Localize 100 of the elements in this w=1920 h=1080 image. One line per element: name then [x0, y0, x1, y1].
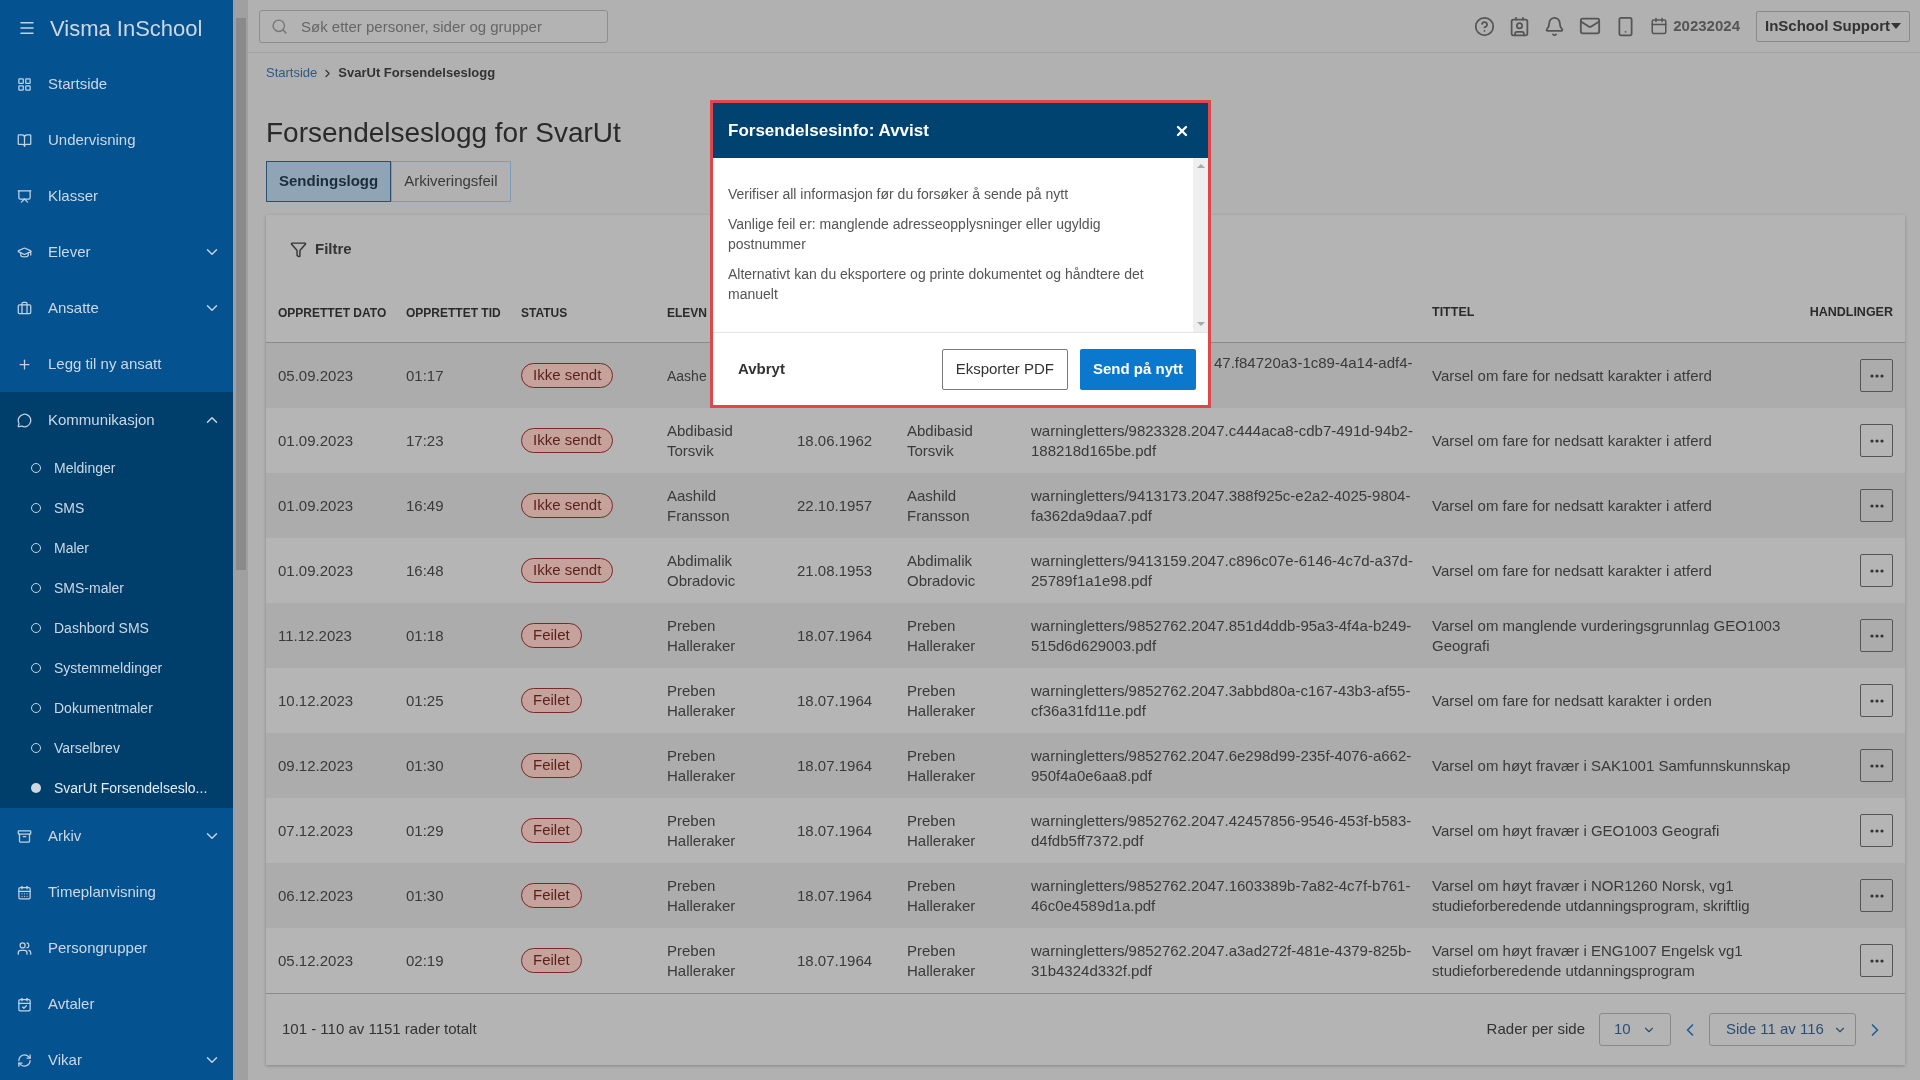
more-actions-button[interactable] — [1860, 489, 1893, 522]
calendar-check-icon — [17, 996, 32, 1012]
submenu-item[interactable]: Dokumentmaler — [0, 688, 233, 728]
table-cell-text: 10.12.2023 — [278, 690, 355, 711]
sidebar-item[interactable]: Arkiv — [0, 808, 233, 864]
submenu-item[interactable]: SvarUt Forsendelseslo... — [0, 768, 233, 808]
more-actions-button[interactable] — [1860, 359, 1893, 392]
table-cell-text: Preben Halleraker — [907, 745, 977, 786]
calendar-icon — [17, 884, 32, 900]
table-cell-text: Preben Halleraker — [667, 615, 737, 656]
table-cell-text: 17:23 — [406, 430, 445, 451]
filter-button[interactable]: Filtre — [290, 237, 352, 261]
more-actions-button[interactable] — [1860, 619, 1893, 652]
table-cell-text: warningletters/9852762.2047.6e298d99-235f-4076-a662-950f4a0e6aa8.pdf — [1031, 745, 1413, 786]
archive-icon — [17, 828, 32, 844]
table-cell-text: Abdibasid Torsvik — [907, 420, 974, 461]
sidebar-item[interactable]: Undervisning — [0, 112, 233, 168]
column-header: STATUS — [521, 304, 568, 322]
submenu-item[interactable]: Meldinger — [0, 448, 233, 488]
table-cell-text: warningletters/9852762.2047.3abbd80a-c167-43b3-af55-cf36a31fd11e.pdf — [1031, 680, 1412, 721]
column-header: OPPRETTET DATO — [278, 304, 387, 322]
submenu-item[interactable]: Maler — [0, 528, 233, 568]
people-icon — [17, 940, 32, 956]
sidebar-item[interactable]: Kommunikasjon — [0, 392, 233, 448]
more-icon — [1869, 958, 1884, 963]
school-year[interactable]: 20232024 — [1673, 14, 1740, 38]
rows-per-page-label: Rader per side — [1486, 1019, 1585, 1040]
sidebar-item[interactable]: Timeplanvisning — [0, 864, 233, 920]
table-cell-text: 01:25 — [406, 690, 445, 711]
table-cell-text: 18.07.1964 — [797, 625, 874, 646]
table-cell-text: Varsel om fare for nedsatt karakter i atferd — [1432, 365, 1713, 386]
more-actions-button[interactable] — [1860, 684, 1893, 717]
contact-card-icon[interactable] — [1509, 15, 1531, 37]
submenu-item[interactable]: SMS-maler — [0, 568, 233, 608]
breadcrumb-link[interactable]: Startside — [266, 63, 318, 83]
table-cell-text: Varsel om høyt fravær i ENG1007 Engelsk vg1 studieforberedende utdanningsprogram — [1432, 940, 1744, 981]
table-cell-text: Varsel om høyt fravær i GEO1003 Geografi — [1432, 820, 1721, 841]
more-actions-button[interactable] — [1860, 424, 1893, 457]
sidebar-item[interactable]: Persongrupper — [0, 920, 233, 976]
status-badge: Ikke sendt — [521, 493, 614, 518]
table-cell-text: Preben Halleraker — [667, 875, 737, 916]
sidebar-item[interactable]: Klasser — [0, 168, 233, 224]
app-title: Visma InSchool — [50, 14, 203, 43]
table-cell-text: Aashild Fransson — [907, 485, 971, 526]
status-badge: Feilet — [521, 818, 582, 843]
sidebar-item[interactable]: Elever — [0, 224, 233, 280]
sidebar-item[interactable]: Legg til ny ansatt — [0, 336, 233, 392]
scrollbar[interactable] — [233, 0, 248, 1080]
submenu-item[interactable]: Dashbord SMS — [0, 608, 233, 648]
submenu-item[interactable]: Systemmeldinger — [0, 648, 233, 688]
more-actions-button[interactable] — [1860, 814, 1893, 847]
table-cell-text: 47.f84720a3-1c89-4a14-adf4- — [1214, 353, 1414, 373]
dialog-scrollbar[interactable] — [1193, 158, 1208, 332]
table-cell-text: 22.10.1957 — [797, 495, 874, 516]
more-actions-button[interactable] — [1860, 944, 1893, 977]
table-cell-text: 01:30 — [406, 755, 445, 776]
table-cell-text: 18.07.1964 — [797, 755, 874, 776]
tab[interactable]: Sendingslogg — [266, 161, 392, 202]
table-cell-text: 18.06.1962 — [797, 430, 874, 451]
bell-icon[interactable] — [1544, 15, 1566, 37]
table-cell-text: Preben Halleraker — [667, 810, 737, 851]
more-actions-button[interactable] — [1860, 554, 1893, 587]
table-cell-text: 18.07.1964 — [797, 950, 874, 971]
grid-icon — [17, 76, 32, 92]
sidebar-item[interactable]: Ansatte — [0, 280, 233, 336]
sidebar-item[interactable]: Avtaler — [0, 976, 233, 1032]
table-cell-text: 21.08.1953 — [797, 560, 874, 581]
cancel-button[interactable]: Avbryt — [716, 348, 807, 390]
resend-button[interactable]: Send på nytt — [1080, 348, 1196, 390]
help-icon[interactable] — [1474, 15, 1496, 37]
table-cell-text: Abdimalik Obradovic — [667, 550, 737, 591]
search-field[interactable]: Søk etter personer, sider og grupper — [259, 9, 608, 43]
table-cell-text: 01.09.2023 — [278, 430, 355, 451]
user-menu-button[interactable]: InSchool Support — [1756, 10, 1910, 42]
table-cell-text: 01:18 — [406, 625, 445, 646]
mail-icon[interactable] — [1579, 15, 1602, 37]
table-cell-text: 11.12.2023 — [278, 625, 353, 646]
filter-icon — [290, 240, 307, 258]
column-header: OPPRETTET TID — [406, 304, 501, 322]
table-cell-text: warningletters/9852762.2047.1603389b-7a82-4c7f-b761-46c0e4589d1a.pdf — [1031, 875, 1412, 916]
submenu-item[interactable]: Varselbrev — [0, 728, 233, 768]
export-pdf-button[interactable]: Eksporter PDF — [941, 348, 1068, 390]
row-total: 101 - 110 av 1151 rader totalt — [282, 1019, 477, 1040]
sidebar-item[interactable]: Vikar — [0, 1032, 233, 1080]
table-cell-text: 01.09.2023 — [278, 560, 355, 581]
menu-icon[interactable] — [18, 19, 36, 37]
page-title: Forsendelseslogg for SvarUt — [266, 116, 621, 150]
status-badge: Feilet — [521, 688, 582, 713]
page-select[interactable]: Side 11 av 116 — [1709, 1013, 1856, 1046]
more-actions-button[interactable] — [1860, 749, 1893, 782]
more-actions-button[interactable] — [1860, 879, 1893, 912]
table-cell-text: 07.12.2023 — [278, 820, 355, 841]
column-header: HANDLINGER — [1809, 304, 1893, 322]
rows-per-page-select[interactable]: 10 — [1599, 1013, 1671, 1046]
tab[interactable]: Arkiveringsfeil — [391, 161, 511, 202]
refresh-icon — [17, 1052, 32, 1068]
sidebar-item[interactable]: Startside — [0, 56, 233, 112]
submenu-item[interactable]: SMS — [0, 488, 233, 528]
calendar-icon[interactable] — [1650, 17, 1669, 35]
table-cell-text: 01:17 — [406, 365, 445, 386]
